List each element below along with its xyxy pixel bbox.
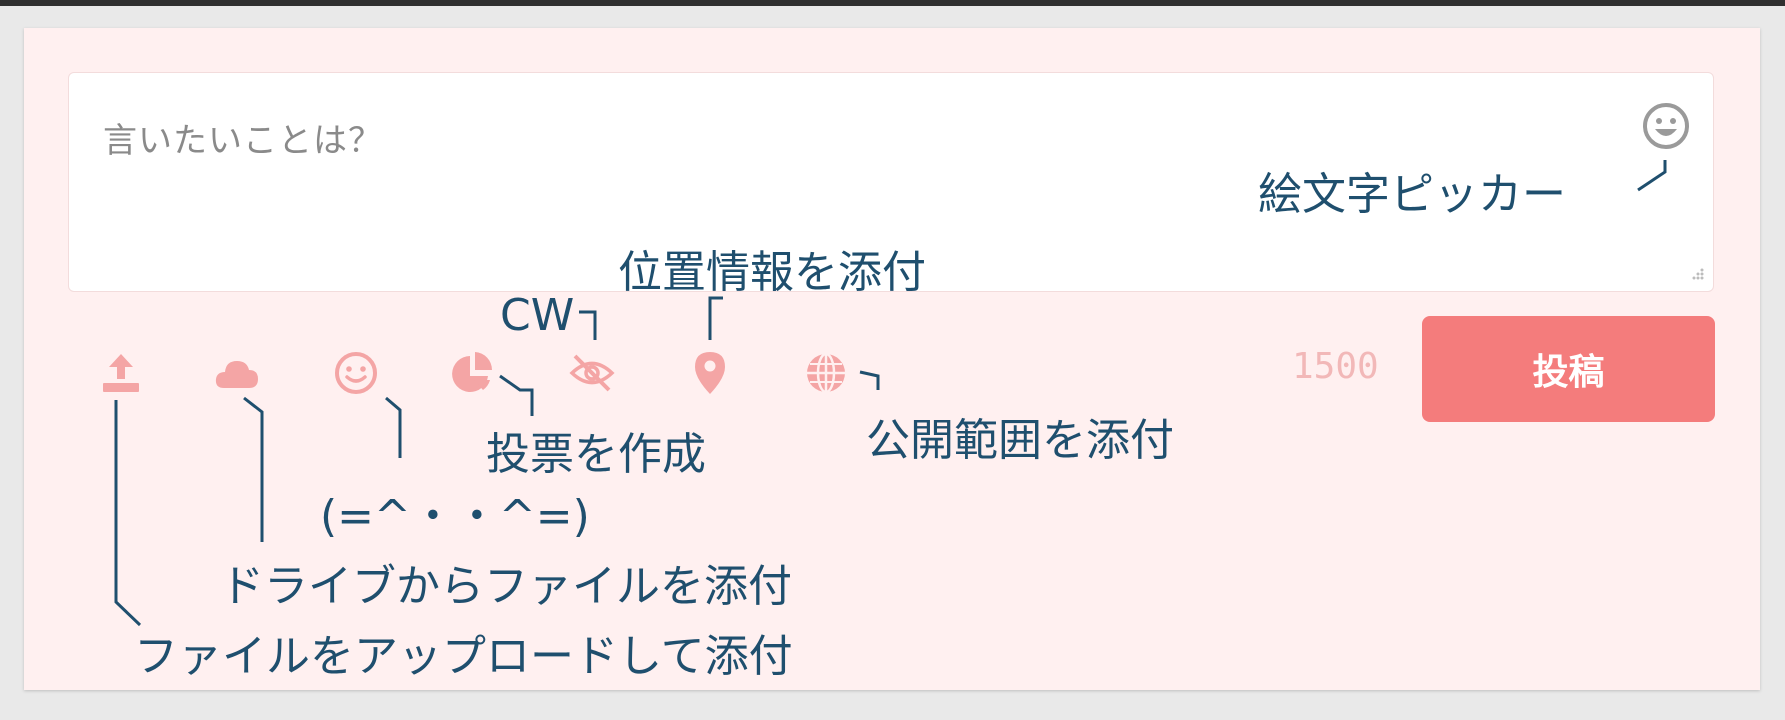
- leader-upload: [114, 400, 142, 627]
- annotation-emoji-picker: 絵文字ピッカー: [1258, 169, 1566, 220]
- leader-location: [708, 296, 723, 340]
- annotation-poll: 投票を作成: [486, 429, 706, 480]
- annotation-drive: ドライブからファイルを添付: [220, 561, 792, 612]
- annotation-visibility: 公開範囲を添付: [866, 415, 1174, 466]
- leader-emoji-picker: [1637, 160, 1667, 192]
- annotation-cw: CW: [500, 290, 575, 341]
- annotation-cat: (=^・・^=): [320, 491, 590, 542]
- leader-cat: [385, 396, 402, 458]
- annotation-location: 位置情報を添付: [618, 247, 926, 298]
- annotation-upload: ファイルをアップロードして添付: [134, 631, 793, 682]
- leader-drive: [243, 396, 264, 542]
- leader-cw: [579, 310, 597, 340]
- leader-poll: [499, 374, 534, 416]
- leader-visibility: [859, 370, 880, 390]
